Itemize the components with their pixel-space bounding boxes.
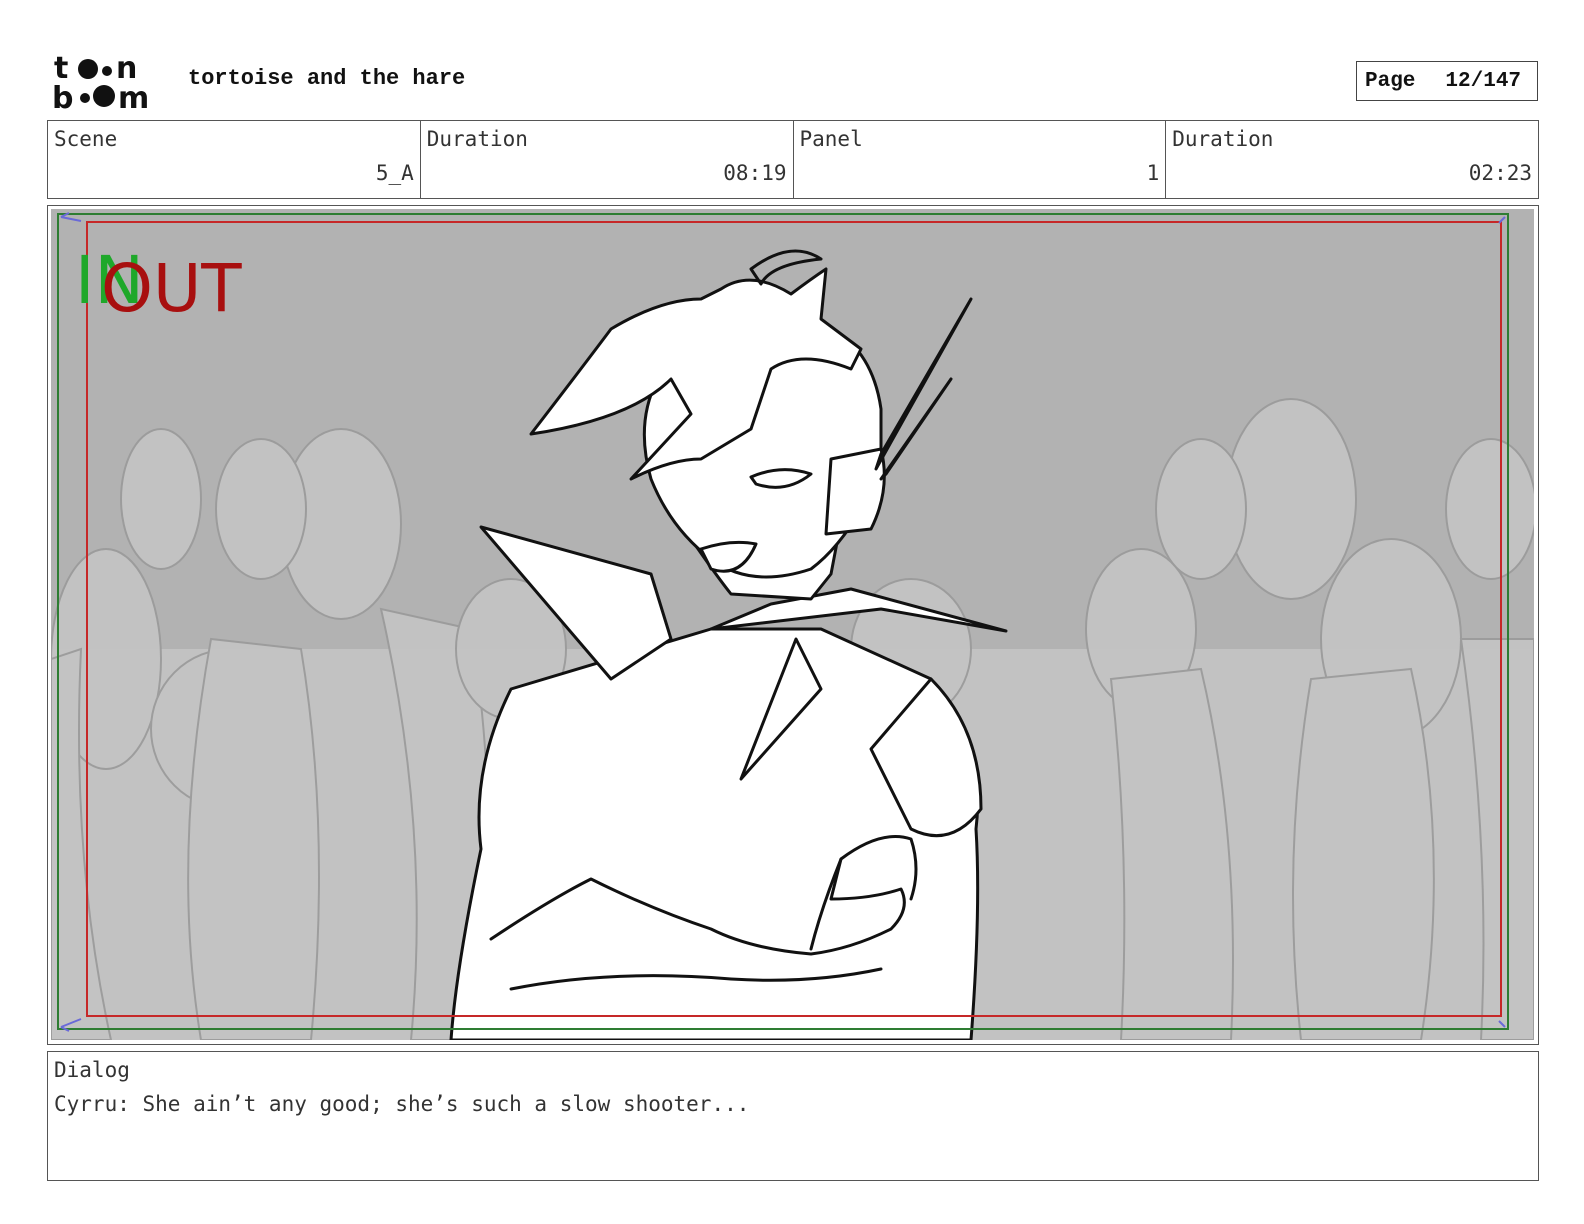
toonboom-logo: t n b m bbox=[52, 51, 149, 112]
storyboard-panel: IN OUT bbox=[47, 205, 1539, 1045]
panel-duration-cell: Duration 02:23 bbox=[1166, 121, 1538, 198]
page-number: 12/147 bbox=[1445, 69, 1522, 93]
panel-duration-label: Duration bbox=[1172, 127, 1274, 151]
scene-label: Scene bbox=[54, 127, 118, 151]
panel-duration-value: 02:23 bbox=[1468, 161, 1532, 185]
page-label: Page bbox=[1365, 69, 1416, 93]
dialog-box: Dialog Cyrru: She ain’t any good; she’s … bbox=[47, 1051, 1539, 1181]
scene-cell: Scene 5_A bbox=[48, 121, 421, 198]
svg-text:m: m bbox=[118, 81, 149, 112]
panel-label: Panel bbox=[799, 127, 863, 151]
dialog-text: Cyrru: She ain’t any good; she’s such a … bbox=[54, 1092, 750, 1116]
panel-value: 1 bbox=[1146, 161, 1160, 185]
scene-duration-cell: Duration 08:19 bbox=[421, 121, 794, 198]
svg-text:b: b bbox=[52, 81, 73, 112]
panel-cell: Panel 1 bbox=[794, 121, 1167, 198]
panel-drawing: IN OUT bbox=[51, 209, 1534, 1040]
scene-duration-label: Duration bbox=[426, 127, 528, 151]
scene-info-table: Scene 5_A Duration 08:19 Panel 1 Duratio… bbox=[47, 120, 1539, 199]
dialog-label: Dialog bbox=[54, 1058, 130, 1082]
page-indicator: Page 12/147 bbox=[1356, 61, 1538, 101]
out-marker: OUT bbox=[101, 250, 242, 327]
scene-value: 5_A bbox=[375, 161, 414, 185]
project-title: tortoise and the hare bbox=[188, 66, 466, 91]
scene-duration-value: 08:19 bbox=[723, 161, 787, 185]
